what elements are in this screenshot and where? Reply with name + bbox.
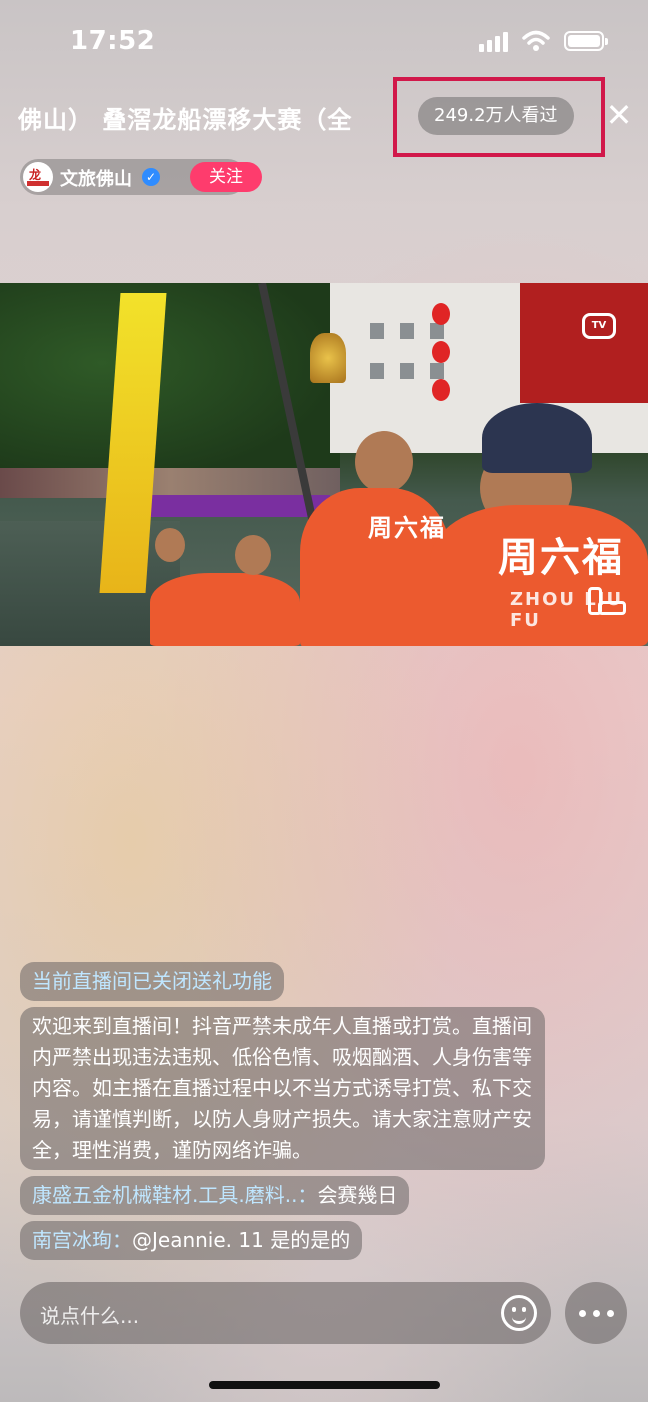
host-badge[interactable]: 龙 文旅佛山 ✓ 关注 xyxy=(20,159,262,195)
system-message: 欢迎来到直播间！抖音严禁未成年人直播或打赏。直播间内严禁出现违法违规、低俗色情、… xyxy=(20,1007,545,1170)
cellular-signal-icon xyxy=(479,30,508,52)
shirt-print-sub: ZHOU LIU FU xyxy=(510,589,624,631)
status-bar: 17:52 xyxy=(0,0,648,88)
live-video[interactable]: 周六福 周六福 ZHOU LIU FU TV xyxy=(0,283,648,646)
viewer-count[interactable]: 249.2万人看过 xyxy=(418,97,574,135)
home-indicator[interactable] xyxy=(209,1381,440,1389)
chat-text: 会赛幾日 xyxy=(317,1183,398,1207)
chat-message[interactable]: 南宫冰珣：@Jeannie. 11 是的是的 xyxy=(20,1221,363,1260)
follow-button[interactable]: 关注 xyxy=(190,162,262,192)
chat-message[interactable]: 康盛五金机械鞋材.工具.磨料..：会赛幾日 xyxy=(20,1176,410,1215)
chat-username[interactable]: 康盛五金机械鞋材.工具.磨料..： xyxy=(32,1183,317,1207)
live-title: 佛山） 叠滘龙船漂移大赛（全 xyxy=(18,106,353,134)
shirt-print: 周六福 xyxy=(368,514,446,542)
chat-text: @Jeannie. 11 是的是的 xyxy=(132,1228,351,1252)
verified-badge-icon: ✓ xyxy=(142,168,160,186)
battery-icon xyxy=(564,31,608,51)
system-message: 当前直播间已关闭送礼功能 xyxy=(20,962,284,1001)
comment-input[interactable]: 说点什么... xyxy=(20,1282,551,1344)
wifi-icon xyxy=(522,30,550,51)
comment-placeholder: 说点什么... xyxy=(40,1304,140,1328)
shirt-print: 周六福 xyxy=(498,535,624,581)
tv-cast-icon[interactable]: TV xyxy=(582,313,616,339)
emoji-icon[interactable] xyxy=(501,1295,537,1331)
chat-list: 当前直播间已关闭送礼功能 欢迎来到直播间！抖音严禁未成年人直播或打赏。直播间内严… xyxy=(20,962,560,1266)
close-button[interactable]: ✕ xyxy=(604,99,634,131)
avatar[interactable]: 龙 xyxy=(23,162,53,192)
rotate-screen-icon[interactable] xyxy=(586,587,626,617)
chat-username[interactable]: 南宫冰珣： xyxy=(32,1228,132,1252)
host-name: 文旅佛山 xyxy=(60,169,132,190)
more-button[interactable] xyxy=(565,1282,627,1344)
status-icons xyxy=(479,30,608,52)
status-time: 17:52 xyxy=(70,26,156,56)
